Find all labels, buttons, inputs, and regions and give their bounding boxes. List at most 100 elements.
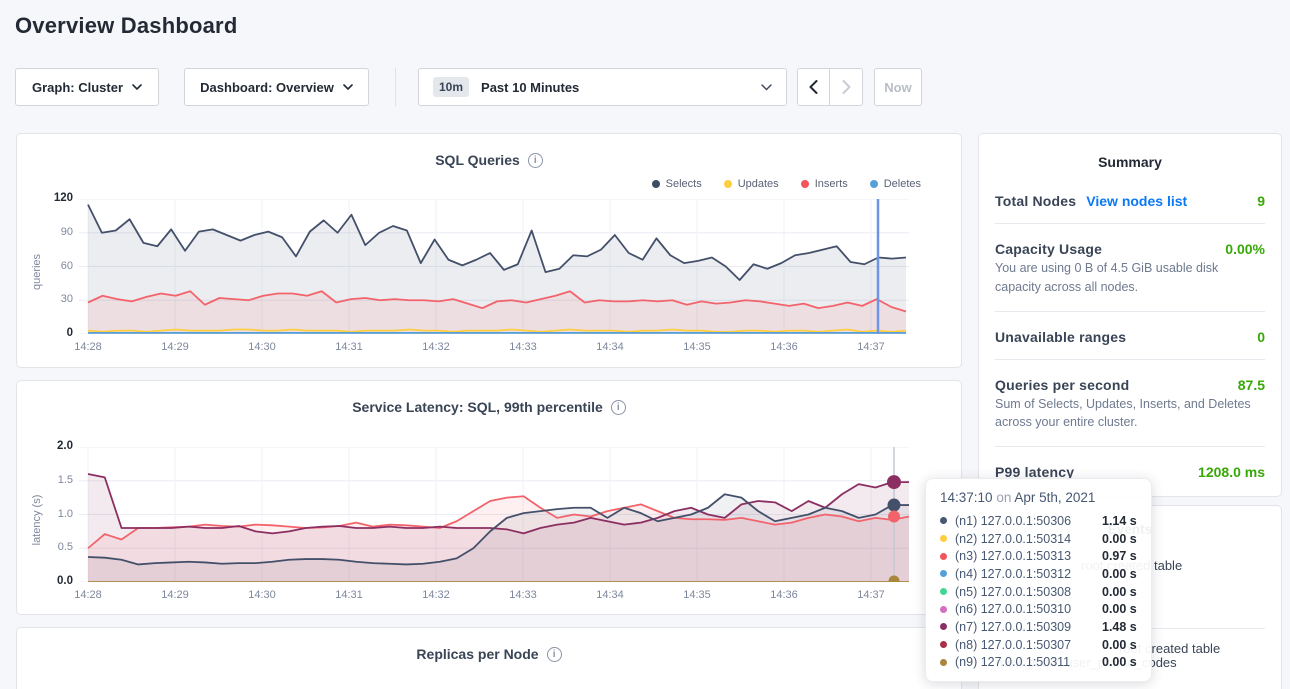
sql-queries-plot[interactable] xyxy=(79,199,909,334)
latency-y-axis-unit: latency (s) xyxy=(31,495,43,546)
view-nodes-list-link[interactable]: View nodes list xyxy=(1086,193,1187,209)
tooltip-node-row: (n9) 127.0.0.1:503110.00 s xyxy=(940,654,1137,672)
legend-item[interactable]: Inserts xyxy=(801,178,848,190)
service-latency-plot[interactable] xyxy=(79,447,909,582)
node-color-dot-icon xyxy=(940,641,947,648)
tooltip-node-label: (n4) 127.0.0.1:50312 xyxy=(955,567,1102,581)
x-tick-label: 14:31 xyxy=(335,589,363,601)
tooltip-node-value: 1.14 s xyxy=(1102,514,1137,528)
sql-legend: Selects Updates Inserts Deletes xyxy=(652,178,921,190)
time-range-badge: 10m xyxy=(433,77,469,97)
x-tick-label: 14:35 xyxy=(683,589,711,601)
x-tick-label: 14:32 xyxy=(422,341,450,353)
sql-queries-title: SQL Queries xyxy=(435,152,520,168)
x-tick-label: 14:37 xyxy=(857,589,885,601)
tooltip-node-row: (n4) 127.0.0.1:503120.00 s xyxy=(940,565,1137,583)
queries-per-second-value: 87.5 xyxy=(1238,377,1265,393)
x-tick-label: 14:28 xyxy=(74,341,102,353)
legend-item[interactable]: Selects xyxy=(652,178,702,190)
y-tick-label: 30 xyxy=(37,293,73,305)
legend-dot-icon xyxy=(801,180,809,188)
x-tick-label: 14:36 xyxy=(770,589,798,601)
tooltip-node-row: (n5) 127.0.0.1:503080.00 s xyxy=(940,583,1137,601)
tooltip-node-label: (n1) 127.0.0.1:50306 xyxy=(955,514,1102,528)
y-tick-label: 0.0 xyxy=(37,575,73,587)
tooltip-node-label: (n5) 127.0.0.1:50308 xyxy=(955,585,1102,599)
x-tick-label: 14:33 xyxy=(509,589,537,601)
time-range-label: Past 10 Minutes xyxy=(481,80,579,95)
graph-dropdown[interactable]: Graph: Cluster xyxy=(15,68,159,106)
service-latency-title: Service Latency: SQL, 99th percentile xyxy=(352,399,603,415)
x-tick-label: 14:35 xyxy=(683,341,711,353)
x-tick-label: 14:34 xyxy=(596,341,624,353)
x-tick-label: 14:33 xyxy=(509,341,537,353)
tooltip-node-label: (n6) 127.0.0.1:50310 xyxy=(955,602,1102,616)
graph-dropdown-label: Graph: Cluster xyxy=(32,80,123,95)
tooltip-node-value: 0.00 s xyxy=(1102,655,1137,669)
time-range-picker[interactable]: 10m Past 10 Minutes xyxy=(418,68,787,106)
chevron-down-icon xyxy=(761,84,772,91)
x-tick-label: 14:34 xyxy=(596,589,624,601)
x-tick-label: 14:31 xyxy=(335,341,363,353)
y-tick-label: 120 xyxy=(37,192,73,204)
tooltip-node-row: (n1) 127.0.0.1:503061.14 s xyxy=(940,512,1137,530)
tooltip-node-value: 1.48 s xyxy=(1102,620,1137,634)
node-color-dot-icon xyxy=(940,623,947,630)
tooltip-node-row: (n2) 127.0.0.1:503140.00 s xyxy=(940,530,1137,548)
node-color-dot-icon xyxy=(940,553,947,560)
summary-title: Summary xyxy=(979,134,1281,170)
tooltip-node-value: 0.00 s xyxy=(1102,585,1137,599)
chevron-down-icon xyxy=(132,84,142,90)
legend-label: Deletes xyxy=(884,178,921,190)
tooltip-node-value: 0.00 s xyxy=(1102,602,1137,616)
tooltip-node-row: (n6) 127.0.0.1:503100.00 s xyxy=(940,600,1137,618)
x-tick-label: 14:29 xyxy=(161,341,189,353)
capacity-usage-label: Capacity Usage xyxy=(995,241,1102,257)
info-icon[interactable]: i xyxy=(528,153,543,168)
tooltip-node-row: (n7) 127.0.0.1:503091.48 s xyxy=(940,618,1137,636)
node-color-dot-icon xyxy=(940,659,947,666)
p99-latency-value: 1208.0 ms xyxy=(1198,464,1265,480)
tooltip-timestamp: 14:37:10 on Apr 5th, 2021 xyxy=(940,490,1137,505)
y-tick-label: 2.0 xyxy=(37,440,73,452)
node-color-dot-icon xyxy=(940,570,947,577)
info-icon[interactable]: i xyxy=(611,400,626,415)
y-tick-label: 1.5 xyxy=(37,474,73,486)
y-tick-label: 0.5 xyxy=(37,541,73,553)
legend-dot-icon xyxy=(652,180,660,188)
dashboard-dropdown[interactable]: Dashboard: Overview xyxy=(184,68,369,106)
x-tick-label: 14:29 xyxy=(161,589,189,601)
queries-per-second-description: Sum of Selects, Updates, Inserts, and De… xyxy=(995,395,1265,447)
y-tick-label: 90 xyxy=(37,226,73,238)
tooltip-node-value: 0.00 s xyxy=(1102,567,1137,581)
controls-divider xyxy=(395,68,396,106)
summary-row-unavailable: Unavailable ranges 0 xyxy=(995,312,1265,359)
x-tick-label: 14:37 xyxy=(857,341,885,353)
capacity-usage-description: You are using 0 B of 4.5 GiB usable disk… xyxy=(995,259,1265,311)
summary-row-total-nodes: Total Nodes View nodes list 9 xyxy=(995,176,1265,223)
time-next-button[interactable] xyxy=(830,68,863,106)
service-latency-card: Service Latency: SQL, 99th percentile i … xyxy=(16,380,962,615)
replicas-per-node-title: Replicas per Node xyxy=(416,646,538,662)
legend-item[interactable]: Updates xyxy=(724,178,779,190)
time-prev-button[interactable] xyxy=(797,68,830,106)
legend-label: Updates xyxy=(738,178,779,190)
unavailable-ranges-label: Unavailable ranges xyxy=(995,329,1126,345)
page-title: Overview Dashboard xyxy=(15,13,237,39)
chart-hover-tooltip: 14:37:10 on Apr 5th, 2021 (n1) 127.0.0.1… xyxy=(925,478,1152,682)
tooltip-node-value: 0.00 s xyxy=(1102,532,1137,546)
legend-label: Inserts xyxy=(815,178,848,190)
x-tick-label: 14:30 xyxy=(248,589,276,601)
info-icon[interactable]: i xyxy=(547,647,562,662)
tooltip-node-row: (n3) 127.0.0.1:503130.97 s xyxy=(940,547,1137,565)
legend-label: Selects xyxy=(666,178,702,190)
capacity-usage-value: 0.00% xyxy=(1225,241,1265,257)
now-button[interactable]: Now xyxy=(874,68,922,106)
total-nodes-label: Total Nodes xyxy=(995,193,1076,209)
legend-item[interactable]: Deletes xyxy=(870,178,921,190)
y-tick-label: 60 xyxy=(37,260,73,272)
y-tick-label: 0 xyxy=(37,327,73,339)
x-tick-label: 14:30 xyxy=(248,341,276,353)
x-tick-label: 14:36 xyxy=(770,341,798,353)
tooltip-node-label: (n3) 127.0.0.1:50313 xyxy=(955,549,1102,563)
